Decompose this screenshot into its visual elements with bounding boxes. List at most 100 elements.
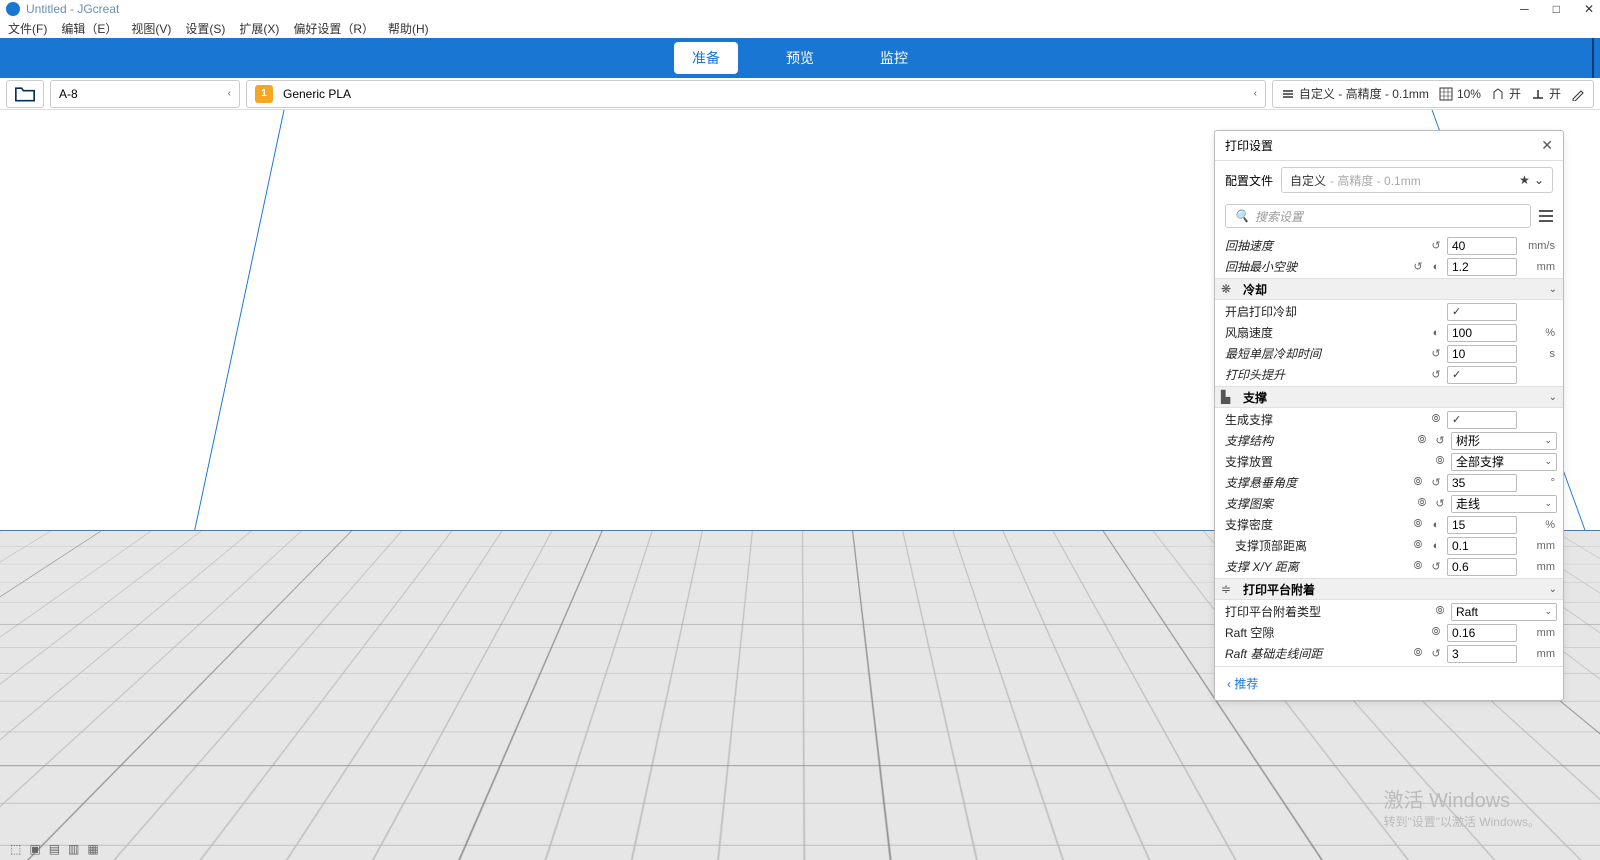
toolbar: A-8 ‹ 1 Generic PLA ‹ 自定义 - 高精度 - 0.1mm … (0, 78, 1600, 110)
side-accent (1592, 38, 1600, 78)
reset-icon[interactable]: ↺ (1429, 560, 1443, 573)
view-3d-icon[interactable]: ⬚ (10, 842, 21, 856)
close-button[interactable]: ✕ (1584, 2, 1594, 16)
menu-settings[interactable]: 设置(S) (185, 20, 225, 37)
menu-extensions[interactable]: 扩展(X) (239, 20, 279, 37)
menu-view[interactable]: 视图(V) (131, 20, 171, 37)
reset-icon[interactable]: ↺ (1433, 434, 1447, 447)
support-structure-select[interactable]: 树形⌄ (1451, 432, 1557, 450)
print-settings-panel: 打印设置 ✕ 配置文件 自定义 - 高精度 - 0.1mm ★ ⌄ 🔍 搜索设置… (1214, 130, 1564, 701)
link-icon[interactable]: ⦾ (1433, 605, 1447, 618)
link-icon[interactable]: ⦾ (1433, 455, 1447, 468)
section-support[interactable]: ▙ 支撑 ⌄ (1215, 386, 1563, 408)
info-icon[interactable]: ◐ (1429, 540, 1443, 552)
chevron-left-icon: ‹ (228, 88, 231, 99)
hamburger-icon[interactable] (1539, 210, 1553, 222)
setting-support-angle: 支撑悬垂角度 ⦾ ↺ 35 ° (1225, 472, 1557, 493)
menu-file[interactable]: 文件(F) (8, 20, 47, 37)
support-angle-input[interactable]: 35 (1447, 474, 1517, 492)
reset-icon[interactable]: ↺ (1429, 239, 1443, 252)
tab-preview[interactable]: 预览 (768, 42, 832, 74)
setting-support-density: 支撑密度 ⦾ ◐ 15 % (1225, 514, 1557, 535)
info-icon[interactable]: ◐ (1429, 327, 1443, 339)
raft-base-line-input[interactable]: 3 (1447, 645, 1517, 663)
reset-icon[interactable]: ↺ (1429, 368, 1443, 381)
setting-support-enable: 生成支撑 ⦾ (1225, 409, 1557, 430)
profile-label: 配置文件 (1225, 172, 1273, 189)
info-icon[interactable]: ◐ (1429, 261, 1443, 273)
profile-summary: 自定义 - 高精度 - 0.1mm (1299, 85, 1429, 102)
tab-prepare[interactable]: 准备 (674, 42, 738, 74)
panel-close-button[interactable]: ✕ (1541, 137, 1553, 154)
menu-prefs[interactable]: 偏好设置（R） (293, 20, 374, 37)
reset-icon[interactable]: ↺ (1429, 647, 1443, 660)
setting-raft-gap: Raft 空隙 ⦾ 0.16 mm (1225, 622, 1557, 643)
infill-value: 10% (1457, 87, 1481, 101)
recommended-link[interactable]: ‹ 推荐 (1227, 675, 1258, 692)
edit-icon[interactable] (1571, 87, 1585, 101)
printer-name: A-8 (59, 87, 78, 101)
panel-title: 打印设置 (1225, 137, 1273, 154)
reset-icon[interactable]: ↺ (1429, 347, 1443, 360)
reset-icon[interactable]: ↺ (1429, 476, 1443, 489)
menu-help[interactable]: 帮助(H) (388, 20, 429, 37)
retract-min-input[interactable]: 1.2 (1447, 258, 1517, 276)
reset-icon[interactable]: ↺ (1433, 497, 1447, 510)
head-lift-checkbox[interactable] (1447, 366, 1517, 384)
settings-search-input[interactable]: 🔍 搜索设置 (1225, 204, 1531, 228)
fan-speed-input[interactable]: 100 (1447, 324, 1517, 342)
adhesion-type-select[interactable]: Raft⌄ (1451, 603, 1557, 621)
chevron-down-icon: ⌄ (1549, 392, 1557, 403)
link-icon[interactable]: ⦾ (1411, 539, 1425, 552)
raft-gap-input[interactable]: 0.16 (1447, 624, 1517, 642)
link-icon[interactable]: ⦾ (1411, 476, 1425, 489)
view-top-icon[interactable]: ▤ (49, 842, 60, 856)
setting-retract-min-travel: 回抽最小空驶 ↺ ◐ 1.2 mm (1225, 256, 1557, 277)
menu-edit[interactable]: 编辑（E） (61, 20, 117, 37)
link-icon[interactable]: ⦾ (1411, 518, 1425, 531)
link-icon[interactable]: ⦾ (1429, 413, 1443, 426)
support-placement-select[interactable]: 全部支撑⌄ (1451, 453, 1557, 471)
support-enable-checkbox[interactable] (1447, 411, 1517, 429)
search-icon: 🔍 (1234, 209, 1249, 223)
info-icon[interactable]: ◐ (1429, 519, 1443, 531)
chevron-down-icon: ⌄ (1549, 284, 1557, 295)
setting-retract-speed: 回抽速度 ↺ 40 mm/s (1225, 235, 1557, 256)
link-icon[interactable]: ⦾ (1411, 560, 1425, 573)
cooling-enable-checkbox[interactable] (1447, 303, 1517, 321)
retract-speed-input[interactable]: 40 (1447, 237, 1517, 255)
extruder-icon: 1 (255, 85, 273, 103)
print-settings-summary[interactable]: 自定义 - 高精度 - 0.1mm 10% 开 开 (1272, 80, 1594, 108)
chevron-down-icon: ⌄ (1534, 173, 1544, 187)
open-file-button[interactable] (6, 80, 44, 108)
view-left-icon[interactable]: ▥ (68, 842, 79, 856)
section-adhesion[interactable]: ≑ 打印平台附着 ⌄ (1215, 578, 1563, 600)
profile-selector[interactable]: 自定义 - 高精度 - 0.1mm ★ ⌄ (1281, 167, 1553, 193)
material-selector[interactable]: 1 Generic PLA ‹ (246, 80, 1266, 108)
link-icon[interactable]: ⦾ (1415, 434, 1429, 447)
view-front-icon[interactable]: ▣ (29, 842, 40, 856)
link-icon[interactable]: ⦾ (1415, 497, 1429, 510)
min-layer-time-input[interactable]: 10 (1447, 345, 1517, 363)
link-icon[interactable]: ⦾ (1429, 626, 1443, 639)
setting-adhesion-type: 打印平台附着类型 ⦾ Raft⌄ (1225, 601, 1557, 622)
fan-icon: ❋ (1221, 282, 1235, 296)
support-density-input[interactable]: 15 (1447, 516, 1517, 534)
section-cooling[interactable]: ❋ 冷却 ⌄ (1215, 278, 1563, 300)
setting-raft-base-line: Raft 基础走线间距 ⦾ ↺ 3 mm (1225, 643, 1557, 664)
link-icon[interactable]: ⦾ (1411, 647, 1425, 660)
folder-icon (15, 85, 35, 103)
build-volume-edge (190, 110, 285, 550)
minimize-button[interactable]: ─ (1520, 2, 1529, 16)
printer-selector[interactable]: A-8 ‹ (50, 80, 240, 108)
support-pattern-select[interactable]: 走线⌄ (1451, 495, 1557, 513)
star-icon[interactable]: ★ (1519, 173, 1530, 187)
support-top-dist-input[interactable]: 0.1 (1447, 537, 1517, 555)
support-xy-input[interactable]: 0.6 (1447, 558, 1517, 576)
maximize-button[interactable]: □ (1553, 2, 1560, 16)
reset-icon[interactable]: ↺ (1411, 260, 1425, 273)
view-right-icon[interactable]: ▦ (87, 842, 98, 856)
menubar: 文件(F) 编辑（E） 视图(V) 设置(S) 扩展(X) 偏好设置（R） 帮助… (0, 18, 1600, 38)
tab-monitor[interactable]: 监控 (862, 42, 926, 74)
setting-head-lift: 打印头提升 ↺ (1225, 364, 1557, 385)
